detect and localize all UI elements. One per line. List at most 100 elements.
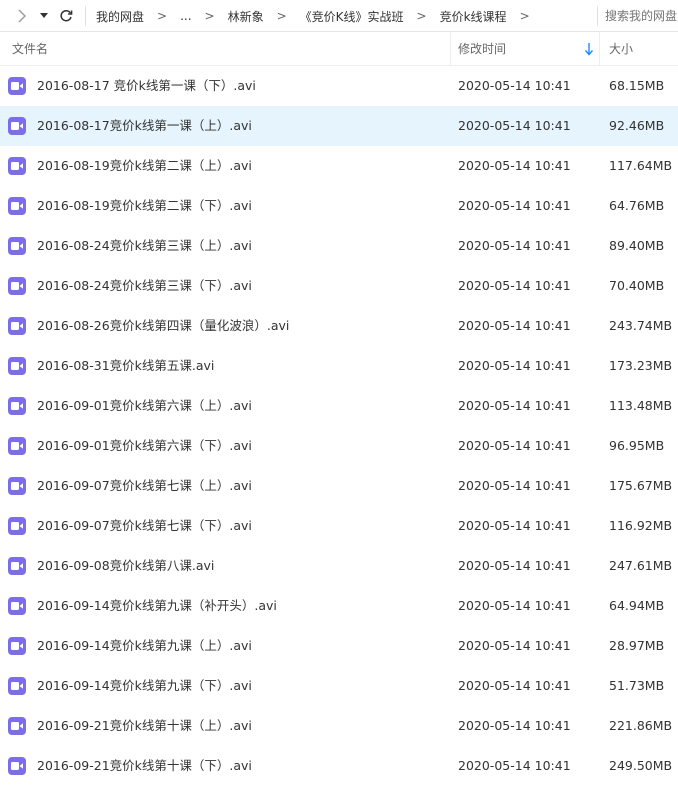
- file-list: 2016-08-17 竞价k线第一课（下）.avi 2020-05-14 10:4…: [0, 66, 678, 786]
- file-row[interactable]: 2016-08-26竞价k线第四课（量化波浪）.avi 2020-05-14 10…: [0, 306, 678, 346]
- file-size: 116.92MB: [609, 518, 673, 533]
- file-row[interactable]: 2016-09-07竞价k线第七课（上）.avi 2020-05-14 10:41…: [0, 466, 678, 506]
- video-file-icon: [8, 637, 26, 655]
- file-name[interactable]: 2016-09-14竞价k线第九课（补开头）.avi: [37, 586, 277, 626]
- file-name[interactable]: 2016-08-19竞价k线第二课（上）.avi: [37, 146, 252, 186]
- file-name[interactable]: 2016-08-24竞价k线第三课（上）.avi: [37, 226, 252, 266]
- file-modified-time: 2020-05-14 10:41: [458, 518, 571, 533]
- file-row[interactable]: 2016-08-31竞价k线第五课.avi 2020-05-14 10:41 173…: [0, 346, 678, 386]
- file-row[interactable]: 2016-08-19竞价k线第二课（下）.avi 2020-05-14 10:41…: [0, 186, 678, 226]
- file-modified-time: 2020-05-14 10:41: [458, 398, 571, 413]
- file-size: 89.40MB: [609, 238, 665, 253]
- file-modified-time: 2020-05-14 10:41: [458, 718, 571, 733]
- file-name[interactable]: 2016-09-21竞价k线第十课（上）.avi: [37, 706, 252, 746]
- file-size: 113.48MB: [609, 398, 673, 413]
- breadcrumb-item-my-drive[interactable]: 我的网盘: [96, 8, 144, 25]
- file-modified-time: 2020-05-14 10:41: [458, 198, 571, 213]
- file-row[interactable]: 2016-08-24竞价k线第三课（上）.avi 2020-05-14 10:41…: [0, 226, 678, 266]
- video-file-icon: [8, 757, 26, 775]
- file-size: 249.50MB: [609, 758, 673, 773]
- file-size: 96.95MB: [609, 438, 665, 453]
- toolbar-divider: [85, 6, 86, 26]
- video-file-icon: [8, 717, 26, 735]
- file-name[interactable]: 2016-09-14竞价k线第九课（下）.avi: [37, 666, 252, 706]
- refresh-icon[interactable]: [56, 0, 76, 32]
- file-size: 64.94MB: [609, 598, 665, 613]
- video-file-icon: [8, 557, 26, 575]
- file-modified-time: 2020-05-14 10:41: [458, 78, 571, 93]
- video-file-icon: [8, 437, 26, 455]
- video-file-icon: [8, 157, 26, 175]
- history-dropdown-icon[interactable]: [36, 0, 52, 32]
- file-modified-time: 2020-05-14 10:41: [458, 238, 571, 253]
- file-size: 28.97MB: [609, 638, 665, 653]
- breadcrumb-item-current[interactable]: 竞价k线课程: [440, 8, 507, 25]
- video-file-icon: [8, 117, 26, 135]
- sort-descending-icon[interactable]: [584, 42, 594, 56]
- file-name[interactable]: 2016-09-01竞价k线第六课（上）.avi: [37, 386, 252, 426]
- breadcrumb-item-folder-2[interactable]: 《竞价K线》实战班: [300, 8, 404, 25]
- file-row[interactable]: 2016-09-07竞价k线第七课（下）.avi 2020-05-14 10:41…: [0, 506, 678, 546]
- file-modified-time: 2020-05-14 10:41: [458, 598, 571, 613]
- file-size: 175.67MB: [609, 478, 673, 493]
- file-size: 221.86MB: [609, 718, 673, 733]
- file-modified-time: 2020-05-14 10:41: [458, 678, 571, 693]
- file-modified-time: 2020-05-14 10:41: [458, 158, 571, 173]
- file-size: 51.73MB: [609, 678, 665, 693]
- column-divider[interactable]: [599, 32, 600, 65]
- search-input[interactable]: [605, 0, 678, 32]
- file-size: 68.15MB: [609, 78, 665, 93]
- file-row[interactable]: 2016-09-14竞价k线第九课（上）.avi 2020-05-14 10:41…: [0, 626, 678, 666]
- video-file-icon: [8, 357, 26, 375]
- breadcrumb-item-ellipsis[interactable]: ...: [180, 9, 191, 23]
- file-name[interactable]: 2016-08-17竞价k线第一课（上）.avi: [37, 106, 252, 146]
- file-name[interactable]: 2016-09-07竞价k线第七课（下）.avi: [37, 506, 252, 546]
- file-modified-time: 2020-05-14 10:41: [458, 758, 571, 773]
- video-file-icon: [8, 477, 26, 495]
- file-modified-time: 2020-05-14 10:41: [458, 478, 571, 493]
- file-size: 64.76MB: [609, 198, 665, 213]
- file-size: 92.46MB: [609, 118, 665, 133]
- breadcrumb-item-folder-1[interactable]: 林新象: [228, 8, 264, 25]
- file-name[interactable]: 2016-09-01竞价k线第六课（下）.avi: [37, 426, 252, 466]
- file-modified-time: 2020-05-14 10:41: [458, 358, 571, 373]
- video-file-icon: [8, 317, 26, 335]
- file-modified-time: 2020-05-14 10:41: [458, 278, 571, 293]
- file-row[interactable]: 2016-08-17 竞价k线第一课（下）.avi 2020-05-14 10:4…: [0, 66, 678, 106]
- file-size: 247.61MB: [609, 558, 673, 573]
- breadcrumb-separator-icon: >: [157, 9, 168, 23]
- column-header-name[interactable]: 文件名: [12, 32, 48, 65]
- file-size: 173.23MB: [609, 358, 673, 373]
- file-name[interactable]: 2016-09-21竞价k线第十课（下）.avi: [37, 746, 252, 786]
- file-name[interactable]: 2016-08-31竞价k线第五课.avi: [37, 346, 214, 386]
- file-row[interactable]: 2016-08-17竞价k线第一课（上）.avi 2020-05-14 10:41…: [0, 106, 678, 146]
- forward-chevron-icon[interactable]: [12, 0, 32, 32]
- file-name[interactable]: 2016-08-19竞价k线第二课（下）.avi: [37, 186, 252, 226]
- column-divider[interactable]: [450, 32, 451, 65]
- breadcrumb: 我的网盘 > ... > 林新象 > 《竞价K线》实战班 > 竞价k线课程 >: [96, 0, 543, 32]
- file-row[interactable]: 2016-09-21竞价k线第十课（上）.avi 2020-05-14 10:41…: [0, 706, 678, 746]
- file-modified-time: 2020-05-14 10:41: [458, 118, 571, 133]
- file-row[interactable]: 2016-09-08竞价k线第八课.avi 2020-05-14 10:41 247…: [0, 546, 678, 586]
- file-row[interactable]: 2016-09-01竞价k线第六课（上）.avi 2020-05-14 10:41…: [0, 386, 678, 426]
- file-size: 70.40MB: [609, 278, 665, 293]
- column-header-modified[interactable]: 修改时间: [458, 32, 506, 65]
- file-row[interactable]: 2016-09-01竞价k线第六课（下）.avi 2020-05-14 10:41…: [0, 426, 678, 466]
- file-name[interactable]: 2016-09-07竞价k线第七课（上）.avi: [37, 466, 252, 506]
- file-name[interactable]: 2016-08-24竞价k线第三课（下）.avi: [37, 266, 252, 306]
- file-row[interactable]: 2016-09-14竞价k线第九课（补开头）.avi 2020-05-14 10:…: [0, 586, 678, 626]
- video-file-icon: [8, 77, 26, 95]
- file-row[interactable]: 2016-09-14竞价k线第九课（下）.avi 2020-05-14 10:41…: [0, 666, 678, 706]
- column-header-size[interactable]: 大小: [609, 32, 633, 65]
- file-name[interactable]: 2016-09-14竞价k线第九课（上）.avi: [37, 626, 252, 666]
- file-row[interactable]: 2016-08-24竞价k线第三课（下）.avi 2020-05-14 10:41…: [0, 266, 678, 306]
- file-name[interactable]: 2016-08-17 竞价k线第一课（下）.avi: [37, 66, 256, 106]
- breadcrumb-separator-icon: >: [519, 9, 530, 23]
- file-name[interactable]: 2016-08-26竞价k线第四课（量化波浪）.avi: [37, 306, 289, 346]
- file-row[interactable]: 2016-09-21竞价k线第十课（下）.avi 2020-05-14 10:41…: [0, 746, 678, 786]
- video-file-icon: [8, 237, 26, 255]
- search-divider: [597, 6, 598, 26]
- file-size: 243.74MB: [609, 318, 673, 333]
- file-name[interactable]: 2016-09-08竞价k线第八课.avi: [37, 546, 214, 586]
- file-row[interactable]: 2016-08-19竞价k线第二课（上）.avi 2020-05-14 10:41…: [0, 146, 678, 186]
